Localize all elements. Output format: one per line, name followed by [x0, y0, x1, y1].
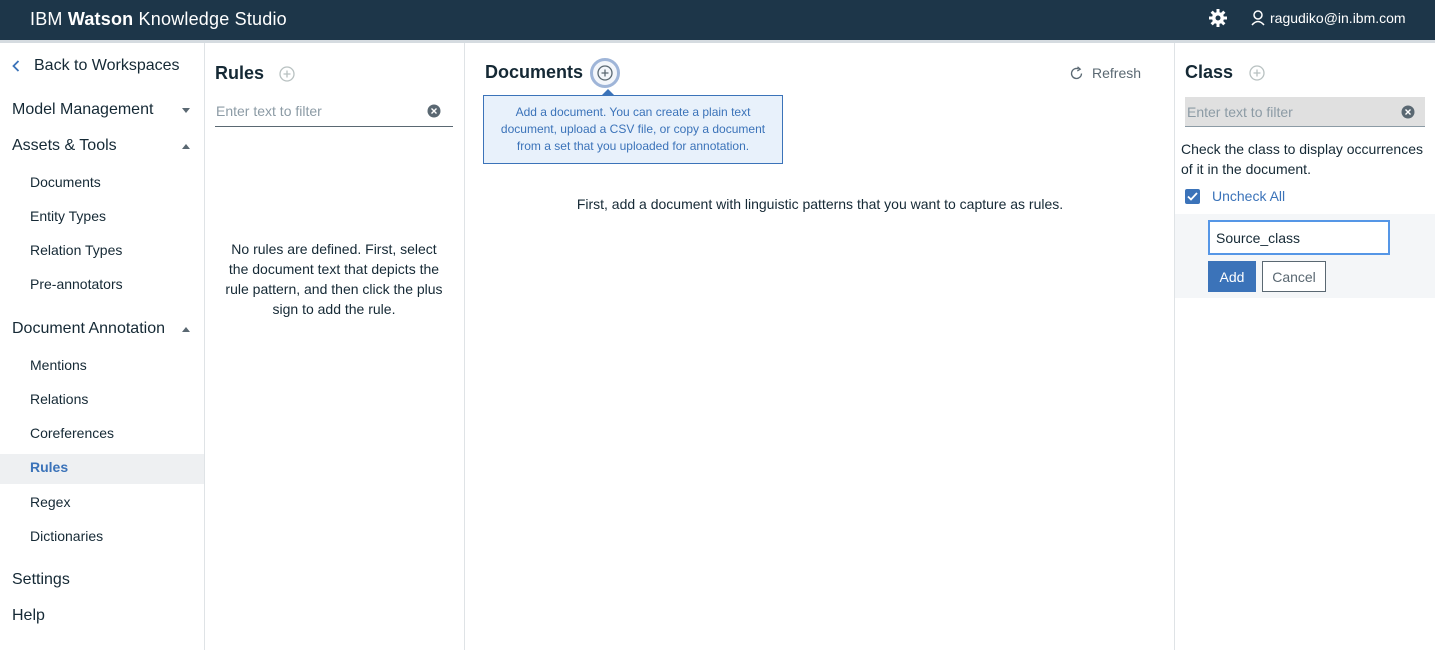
uncheck-all-toggle[interactable]: Uncheck All — [1185, 188, 1285, 204]
caret-up-icon — [182, 326, 190, 332]
add-class-button[interactable]: Add — [1208, 261, 1256, 292]
rules-empty-message: No rules are defined. First, select the … — [225, 241, 443, 317]
nav-section-model-management[interactable]: Model Management — [12, 101, 190, 119]
brand-prefix: IBM — [30, 9, 63, 29]
left-nav: Back to Workspaces Model Management Asse… — [0, 43, 205, 650]
brand-suffix: Knowledge Studio — [138, 9, 287, 29]
user-email: ragudiko@in.ibm.com — [1270, 10, 1406, 26]
rules-title: Rules — [215, 63, 265, 83]
class-filter — [1185, 97, 1425, 127]
documents-title: Documents — [485, 62, 584, 82]
nav-section-label: Help — [12, 607, 45, 624]
nav-item-relation-types[interactable]: Relation Types — [30, 242, 122, 258]
nav-section-label: Document Annotation — [12, 320, 165, 337]
nav-item-regex[interactable]: Regex — [30, 494, 70, 510]
brand-bold: Watson — [67, 9, 134, 29]
add-rule-plus-icon[interactable] — [279, 65, 295, 82]
nav-section-help[interactable]: Help — [12, 607, 190, 625]
clear-filter-icon[interactable] — [1401, 105, 1415, 119]
plus-circle-icon — [597, 65, 613, 81]
add-document-button[interactable] — [590, 58, 620, 88]
nav-item-relations[interactable]: Relations — [30, 391, 88, 407]
add-document-tooltip: Add a document. You can create a plain t… — [483, 95, 783, 164]
new-class-name-input[interactable] — [1208, 220, 1390, 255]
nav-item-documents[interactable]: Documents — [30, 174, 101, 190]
refresh-button[interactable]: Refresh — [1069, 65, 1141, 81]
nav-item-mentions[interactable]: Mentions — [30, 357, 87, 373]
clear-filter-icon[interactable] — [427, 104, 441, 118]
uncheck-all-label: Uncheck All — [1212, 188, 1286, 204]
nav-section-settings[interactable]: Settings — [12, 571, 190, 589]
user-icon — [1251, 10, 1265, 26]
rules-panel: Rules No rules are defined. First, selec… — [205, 43, 465, 650]
rules-filter — [215, 95, 453, 127]
nav-section-document-annotation[interactable]: Document Annotation — [12, 320, 190, 338]
add-class-plus-icon[interactable] — [1249, 64, 1265, 81]
caret-down-icon — [182, 107, 190, 113]
refresh-label: Refresh — [1092, 65, 1142, 81]
top-header-bar: IBM Watson Knowledge Studio ragudiko@in.… — [0, 0, 1435, 40]
settings-gear-icon[interactable] — [1208, 8, 1228, 28]
rules-filter-input[interactable] — [215, 95, 453, 127]
documents-empty-message: First, add a document with linguistic pa… — [576, 196, 1064, 212]
nav-section-assets-tools[interactable]: Assets & Tools — [12, 137, 190, 155]
user-menu[interactable]: ragudiko@in.ibm.com — [1251, 8, 1406, 28]
refresh-icon — [1070, 65, 1083, 79]
nav-item-coreferences[interactable]: Coreferences — [30, 425, 114, 441]
nav-section-label: Assets & Tools — [12, 137, 117, 154]
documents-panel: Documents Add a document. You can create… — [465, 43, 1175, 650]
class-panel: Class Check the class to display occurre… — [1175, 43, 1435, 650]
nav-section-label: Settings — [12, 571, 70, 588]
chevron-left-icon — [12, 60, 20, 72]
nav-item-pre-annotators[interactable]: Pre-annotators — [30, 276, 123, 292]
nav-item-dictionaries[interactable]: Dictionaries — [30, 528, 103, 544]
nav-section-label: Model Management — [12, 101, 154, 118]
class-title: Class — [1185, 62, 1234, 82]
nav-item-entity-types[interactable]: Entity Types — [30, 208, 106, 224]
cancel-class-button[interactable]: Cancel — [1262, 261, 1326, 292]
back-to-workspaces-link[interactable]: Back to Workspaces — [12, 57, 180, 75]
new-class-form: Add Cancel — [1175, 214, 1435, 298]
class-help-text: Check the class to display occurrences o… — [1181, 141, 1423, 177]
back-label: Back to Workspaces — [34, 57, 180, 74]
caret-up-icon — [182, 143, 190, 149]
class-filter-input[interactable] — [1185, 97, 1425, 126]
app-brand: IBM Watson Knowledge Studio — [30, 9, 287, 30]
class-header: Class — [1185, 62, 1265, 83]
nav-item-rules[interactable]: Rules — [30, 459, 68, 475]
checkbox-checked-icon[interactable] — [1185, 188, 1200, 204]
